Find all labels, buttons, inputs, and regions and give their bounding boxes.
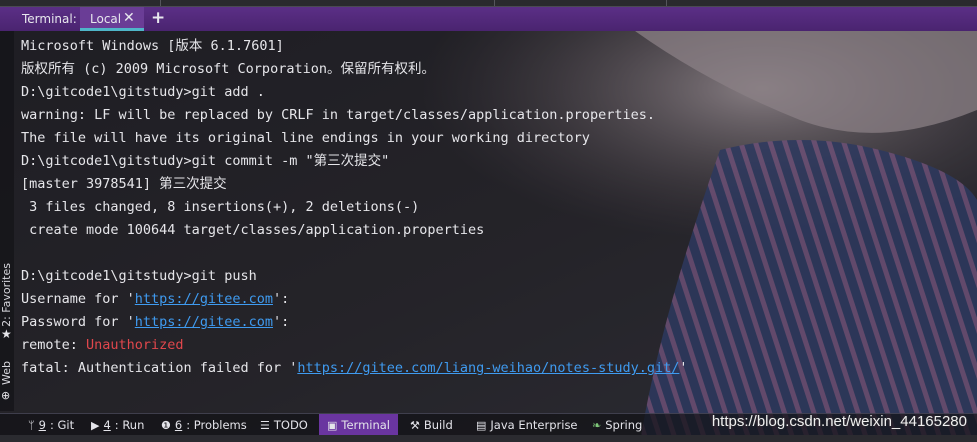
git-tool-button[interactable]: ᛘ 9: Git (28, 414, 74, 436)
fatal-prefix: fatal: Authentication failed for ' (21, 360, 298, 376)
add-tab-icon[interactable]: + (151, 8, 165, 28)
tab-local-label: Local (90, 12, 122, 26)
remote-prefix: remote: (21, 337, 87, 353)
todo-tool-label: TODO (273, 418, 308, 432)
git-tool-number: 9 (38, 418, 46, 432)
terminal-line: create mode 100644 target/classes/applic… (21, 222, 485, 238)
username-suffix: ': (272, 291, 290, 307)
tab-local[interactable]: Local ✕ (80, 7, 144, 31)
run-tool-label: : Run (114, 418, 145, 432)
top-window-strip (0, 0, 977, 7)
problems-tool-button[interactable]: ❶ 6: Problems (161, 414, 247, 436)
terminal-tool-label: Terminal (341, 418, 391, 432)
active-tab-indicator (80, 28, 144, 31)
status-bar (0, 435, 977, 442)
problems-tool-number: 6 (174, 418, 183, 432)
remote-line: remote: Unauthorized (21, 334, 688, 357)
build-tool-label: Build (423, 418, 453, 432)
password-suffix: ': (272, 314, 290, 330)
problems-icon: ❶ (161, 418, 171, 432)
git-branch-icon: ᛘ (28, 418, 35, 432)
java-enterprise-tool-label: Java Enterprise (490, 418, 578, 432)
terminal-icon: ▣ (327, 418, 338, 432)
run-icon: ▶ (91, 418, 100, 432)
fatal-line: fatal: Authentication failed for 'https:… (21, 357, 688, 380)
todo-tool-button[interactable]: ☰ TODO (260, 414, 308, 436)
favorites-tool-button[interactable]: 2: Favorites (0, 263, 13, 327)
problems-tool-label: : Problems (186, 418, 247, 432)
terminal-line: The file will have its original line end… (21, 130, 590, 146)
username-prompt-line: Username for 'https://gitee.com': (21, 288, 688, 311)
build-tool-button[interactable]: ⚒ Build (410, 414, 453, 436)
terminal-line: D:\gitcode1\gitstudy>git commit -m "第三次提… (21, 153, 390, 169)
close-icon[interactable]: ✕ (123, 10, 135, 26)
terminal-tool-button[interactable]: ▣ Terminal (319, 414, 399, 436)
password-prefix: Password for ' (21, 314, 135, 330)
terminal-line: 3 files changed, 8 insertions(+), 2 dele… (21, 199, 420, 215)
fatal-suffix: ' (679, 360, 688, 376)
build-icon: ⚒ (410, 418, 420, 432)
run-tool-button[interactable]: ▶ 4: Run (91, 414, 144, 436)
password-prompt-line: Password for 'https://gitee.com': (21, 311, 688, 334)
terminal-line: Microsoft Windows [版本 6.1.7601] (21, 38, 284, 54)
remote-error-text: Unauthorized (86, 337, 184, 353)
spring-tool-label: Spring (605, 418, 643, 432)
password-url-link[interactable]: https://gitee.com (135, 314, 273, 330)
terminal-line: warning: LF will be replaced by CRLF in … (21, 107, 655, 123)
terminal-line: [master 3978541] 第三次提交 (21, 176, 227, 192)
terminal-line: D:\gitcode1\gitstudy>git add . (21, 84, 265, 100)
terminal-line: 版权所有 (c) 2009 Microsoft Corporation。保留所有… (21, 61, 435, 77)
spring-icon: ❧ (592, 418, 602, 432)
terminal-line: D:\gitcode1\gitstudy>git push (21, 268, 257, 284)
terminal-panel-title: Terminal: (22, 12, 77, 26)
globe-icon: ⊕ (1, 389, 11, 402)
star-icon: ★ (1, 327, 12, 341)
run-tool-number: 4 (103, 418, 111, 432)
java-enterprise-icon: ▤ (476, 418, 487, 432)
username-prefix: Username for ' (21, 291, 135, 307)
web-tool-button[interactable]: Web (0, 361, 13, 385)
todo-icon: ☰ (260, 418, 270, 432)
username-url-link[interactable]: https://gitee.com (135, 291, 273, 307)
git-tool-label: : Git (49, 418, 75, 432)
watermark: https://blog.csdn.net/weixin_44165280 (711, 413, 967, 430)
left-tool-strip: 2: Favorites ★ Web ⊕ (0, 31, 14, 411)
java-enterprise-tool-button[interactable]: ▤ Java Enterprise (476, 414, 578, 436)
terminal-output[interactable]: Microsoft Windows [版本 6.1.7601] 版权所有 (c)… (21, 35, 688, 380)
spring-tool-button[interactable]: ❧ Spring (592, 414, 642, 436)
terminal-tab-bar: Terminal: Local ✕ + (0, 7, 977, 31)
repo-url-link[interactable]: https://gitee.com/liang-weihao/notes-stu… (297, 360, 679, 376)
